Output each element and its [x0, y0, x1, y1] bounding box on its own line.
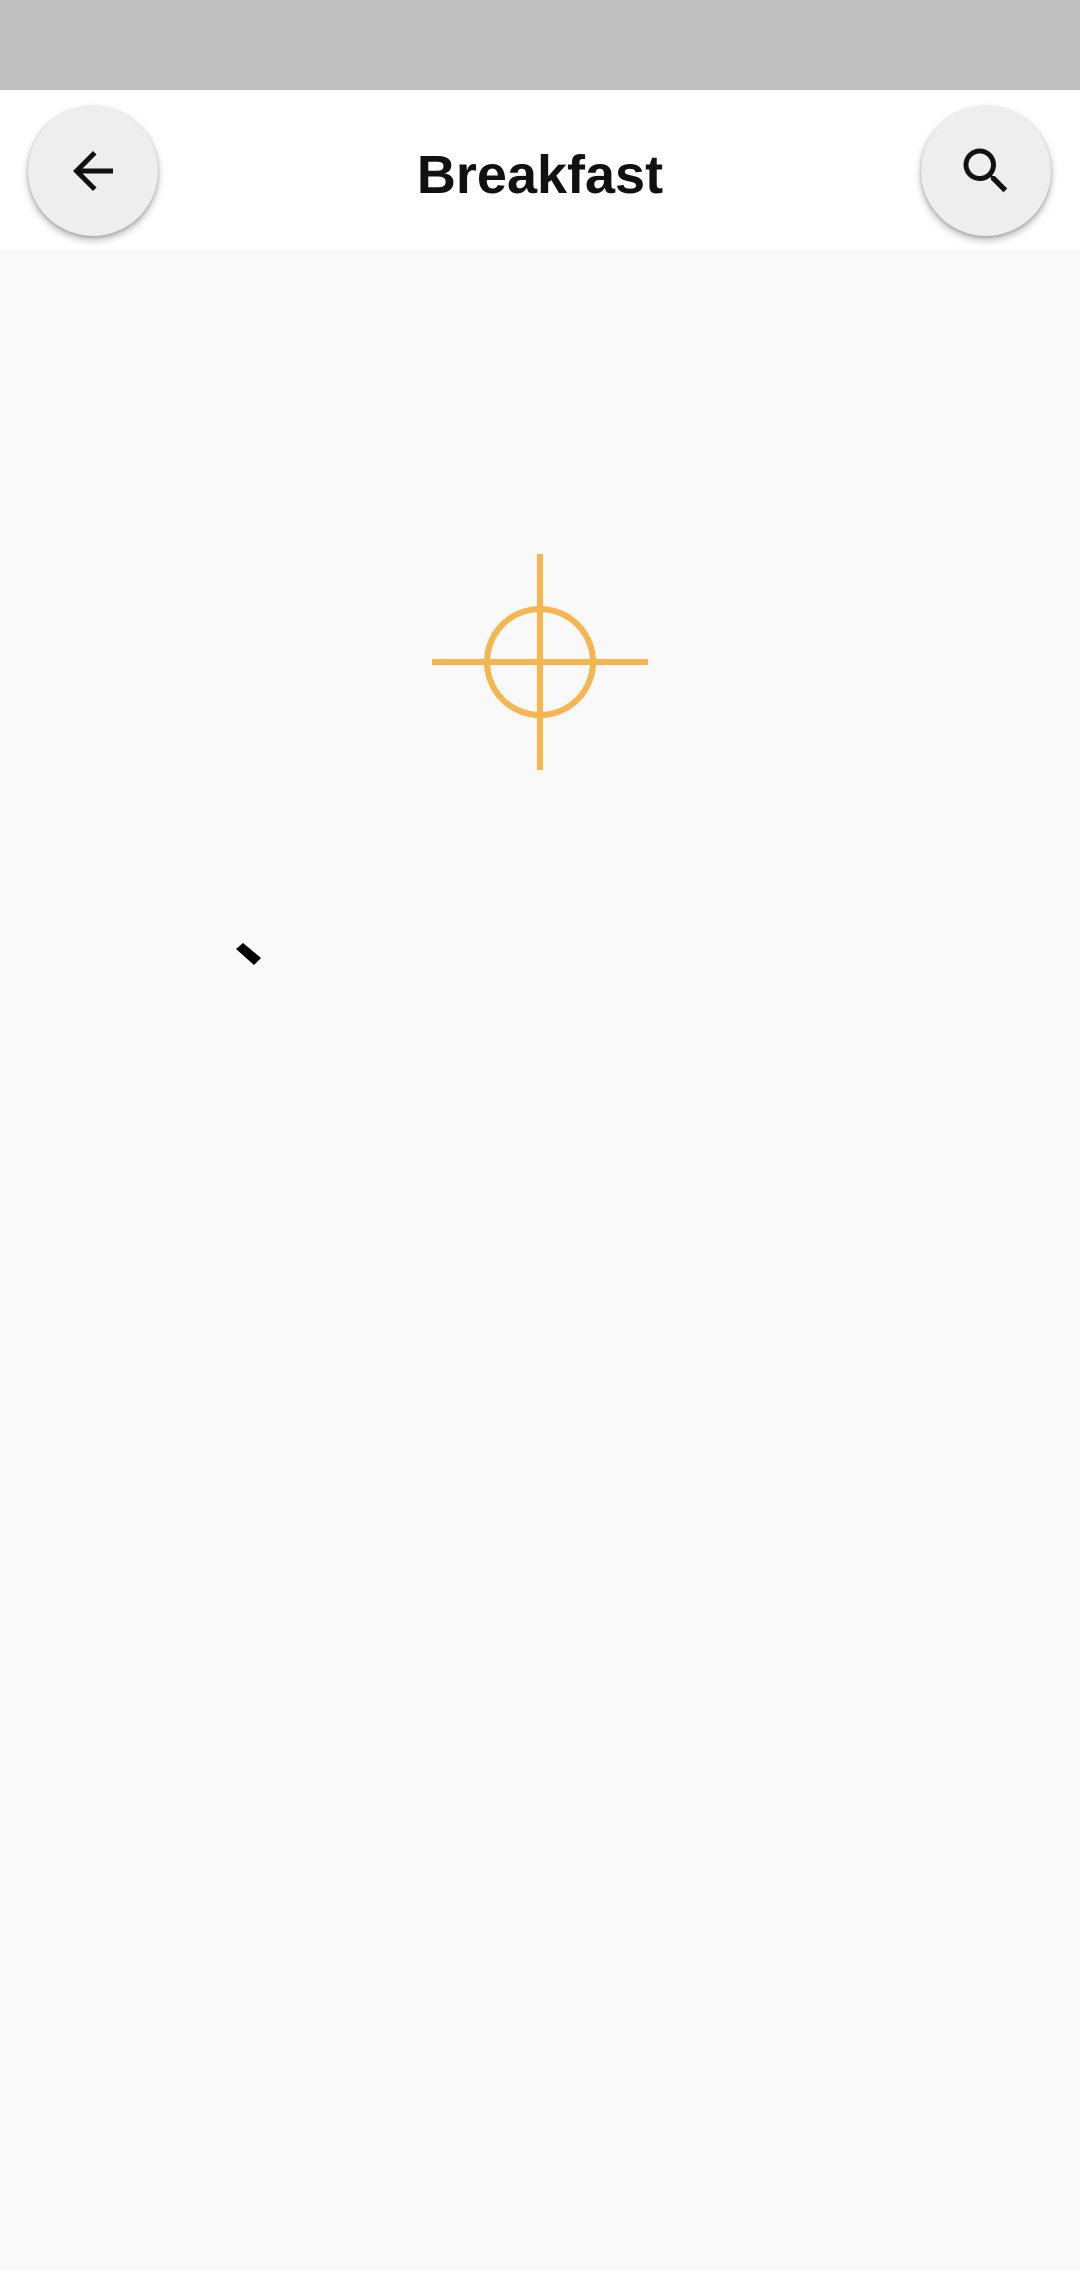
search-icon: [963, 148, 1008, 193]
arrow-left-icon: [73, 151, 113, 191]
back-button[interactable]: [28, 106, 158, 236]
search-button[interactable]: [921, 106, 1051, 236]
cursor-mark: [236, 943, 261, 965]
status-bar: [0, 0, 1080, 90]
crosshair-icon: [432, 554, 648, 770]
page-title: Breakfast: [416, 145, 664, 205]
